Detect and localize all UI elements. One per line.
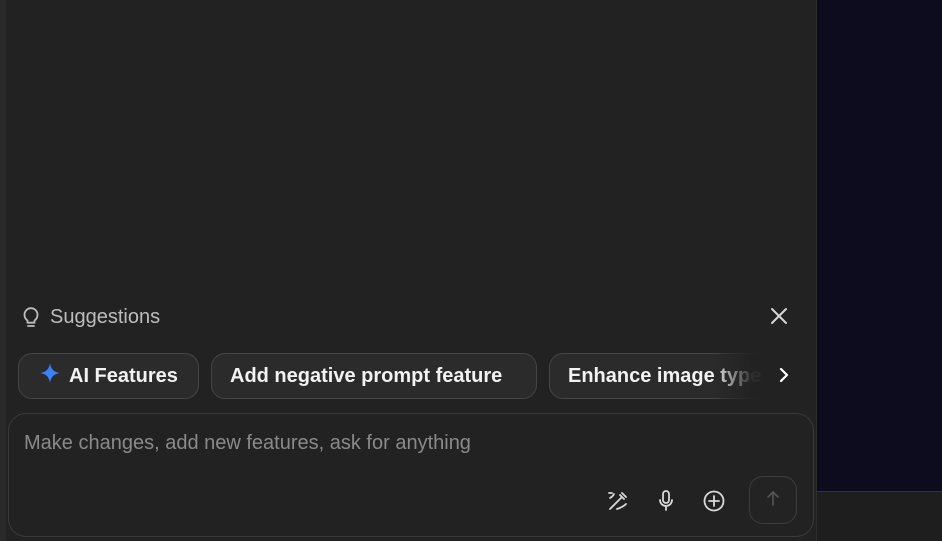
microphone-button[interactable]	[651, 488, 681, 518]
sparkle-icon	[39, 362, 61, 390]
scroll-chips-right-button[interactable]	[766, 353, 802, 401]
send-button[interactable]	[749, 476, 797, 524]
arrow-up-icon	[765, 489, 781, 512]
lightbulb-icon	[20, 305, 42, 329]
suggestions-header: Suggestions	[20, 302, 160, 332]
chevron-right-icon	[778, 366, 790, 389]
chip-label: Enhance image type	[568, 364, 762, 387]
suggestions-label: Suggestions	[50, 305, 161, 328]
close-suggestions-button[interactable]	[764, 303, 794, 333]
chip-enhance-image-type[interactable]: Enhance image type	[549, 353, 802, 399]
chip-label: Add negative prompt feature	[230, 364, 503, 387]
add-attachment-button[interactable]	[699, 488, 729, 518]
preview-footer	[816, 491, 942, 541]
app-window: Suggestions AI Features Add negative pro…	[0, 0, 942, 541]
chip-label: AI Features	[69, 364, 178, 387]
magic-edit-icon	[606, 489, 630, 518]
chip-ai-features[interactable]: AI Features	[18, 353, 199, 399]
magic-edit-button[interactable]	[603, 488, 633, 518]
microphone-icon	[655, 489, 677, 518]
suggestion-chips: AI Features Add negative prompt feature …	[18, 353, 802, 401]
message-input[interactable]	[24, 432, 784, 455]
chip-add-negative-prompt[interactable]: Add negative prompt feature	[211, 353, 537, 399]
message-composer	[8, 413, 814, 537]
close-icon	[770, 307, 788, 330]
preview-panel	[816, 0, 942, 491]
plus-circle-icon	[702, 489, 726, 518]
